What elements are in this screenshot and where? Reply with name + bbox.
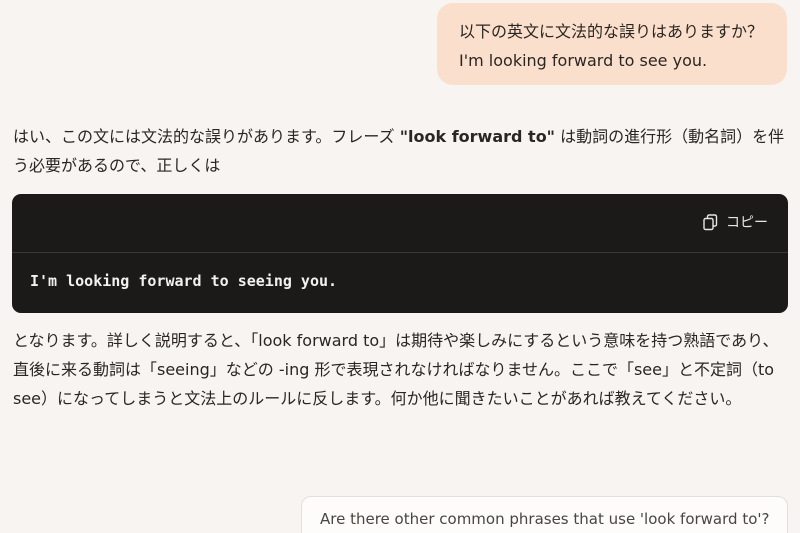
assistant-answer-intro: はい、この文には文法的な誤りがあります。フレーズ "look forward t… [13,122,788,180]
copy-button-label: コピー [726,215,768,231]
code-block: コピー I'm looking forward to seeing you. [12,194,788,313]
user-message-bubble: 以下の英文に文法的な誤りはありますか？ I'm looking forward … [437,3,787,85]
answer-intro-phrase: "look forward to" [399,127,556,146]
code-text: I'm looking forward to seeing you. [30,272,338,290]
chat-page: 以下の英文に文法的な誤りはありますか？ I'm looking forward … [0,0,800,533]
answer-intro-before: はい、この文には文法的な誤りがあります。フレーズ [13,127,400,146]
assistant-answer-body: となります。詳しく説明すると、「look forward to」は期待や楽しみに… [13,331,779,408]
suggestion-chip[interactable]: Are there other common phrases that use … [301,496,788,533]
code-block-header: コピー [12,194,788,253]
copy-icon [703,213,718,231]
user-message-line-1: 以下の英文に文法的な誤りはありますか？ [459,22,764,41]
user-message-line-2: I'm looking forward to see you. [459,51,708,70]
copy-button[interactable]: コピー [703,212,768,232]
